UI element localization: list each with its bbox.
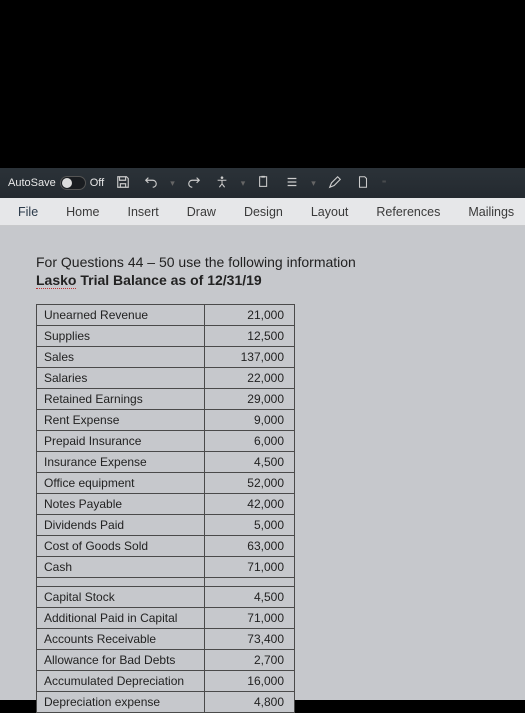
autosave-label: AutoSave bbox=[8, 177, 56, 189]
toggle-switch-icon bbox=[60, 176, 86, 190]
account-value: 137,000 bbox=[205, 347, 295, 368]
table-row: Prepaid Insurance6,000 bbox=[37, 431, 295, 452]
dropdown-caret-icon[interactable]: ▾ bbox=[311, 178, 316, 189]
table-row: Dividends Paid5,000 bbox=[37, 515, 295, 536]
table-row: Cost of Goods Sold63,000 bbox=[37, 536, 295, 557]
table-row: Allowance for Bad Debts2,700 bbox=[37, 650, 295, 671]
account-label: Supplies bbox=[37, 326, 205, 347]
tab-draw[interactable]: Draw bbox=[173, 198, 230, 225]
account-value: 6,000 bbox=[205, 431, 295, 452]
table-row: Additional Paid in Capital71,000 bbox=[37, 608, 295, 629]
account-value: 73,400 bbox=[205, 629, 295, 650]
tab-mailings[interactable]: Mailings bbox=[454, 198, 525, 225]
account-value: 9,000 bbox=[205, 410, 295, 431]
spellcheck-underline: Lasko bbox=[36, 272, 76, 289]
tab-insert[interactable]: Insert bbox=[114, 198, 173, 225]
account-label: Dividends Paid bbox=[37, 515, 205, 536]
account-value: 5,000 bbox=[205, 515, 295, 536]
account-label: Depreciation expense bbox=[37, 692, 205, 713]
account-label: Cash bbox=[37, 557, 205, 578]
account-value: 21,000 bbox=[205, 305, 295, 326]
table-row: Unearned Revenue21,000 bbox=[37, 305, 295, 326]
account-label: Office equipment bbox=[37, 473, 205, 494]
account-value: 42,000 bbox=[205, 494, 295, 515]
list-icon[interactable] bbox=[283, 175, 301, 192]
pen-icon[interactable] bbox=[326, 175, 344, 192]
account-label: Unearned Revenue bbox=[37, 305, 205, 326]
autosave-toggle[interactable]: AutoSave Off bbox=[8, 176, 104, 190]
table-spacer-row bbox=[37, 578, 295, 587]
tab-design[interactable]: Design bbox=[230, 198, 297, 225]
table-row: Cash71,000 bbox=[37, 557, 295, 578]
accessibility-icon[interactable] bbox=[213, 175, 231, 192]
account-value: 4,500 bbox=[205, 452, 295, 473]
table-row: Insurance Expense4,500 bbox=[37, 452, 295, 473]
tab-references[interactable]: References bbox=[362, 198, 454, 225]
account-label: Cost of Goods Sold bbox=[37, 536, 205, 557]
title-bar: AutoSave Off ▾ ▾ ▾ ⁼ bbox=[0, 168, 525, 198]
account-label: Rent Expense bbox=[37, 410, 205, 431]
table-row: Supplies12,500 bbox=[37, 326, 295, 347]
account-label: Allowance for Bad Debts bbox=[37, 650, 205, 671]
table-row: Salaries22,000 bbox=[37, 368, 295, 389]
tab-home[interactable]: Home bbox=[52, 198, 113, 225]
account-label: Retained Earnings bbox=[37, 389, 205, 410]
account-value: 22,000 bbox=[205, 368, 295, 389]
table-row: Depreciation expense4,800 bbox=[37, 692, 295, 713]
account-value: 71,000 bbox=[205, 608, 295, 629]
account-value: 2,700 bbox=[205, 650, 295, 671]
app-window: AutoSave Off ▾ ▾ ▾ ⁼ bbox=[0, 168, 525, 700]
table-row: Capital Stock4,500 bbox=[37, 587, 295, 608]
paste-icon[interactable] bbox=[255, 175, 273, 192]
table-row: Office equipment52,000 bbox=[37, 473, 295, 494]
account-label: Insurance Expense bbox=[37, 452, 205, 473]
account-label: Additional Paid in Capital bbox=[37, 608, 205, 629]
account-value: 71,000 bbox=[205, 557, 295, 578]
account-value: 63,000 bbox=[205, 536, 295, 557]
table-row: Accounts Receivable73,400 bbox=[37, 629, 295, 650]
account-label: Capital Stock bbox=[37, 587, 205, 608]
table-row: Sales137,000 bbox=[37, 347, 295, 368]
table-row: Retained Earnings29,000 bbox=[37, 389, 295, 410]
table-row: Notes Payable42,000 bbox=[37, 494, 295, 515]
subtitle-text: Lasko Trial Balance as of 12/31/19 bbox=[36, 272, 489, 288]
account-value: 12,500 bbox=[205, 326, 295, 347]
page-icon[interactable] bbox=[354, 175, 372, 192]
account-value: 16,000 bbox=[205, 671, 295, 692]
redo-icon[interactable] bbox=[185, 175, 203, 192]
account-label: Sales bbox=[37, 347, 205, 368]
undo-icon[interactable] bbox=[142, 175, 160, 192]
dropdown-caret-icon[interactable]: ▾ bbox=[241, 178, 246, 189]
tab-layout[interactable]: Layout bbox=[297, 198, 363, 225]
account-label: Notes Payable bbox=[37, 494, 205, 515]
ribbon-tabs: File Home Insert Draw Design Layout Refe… bbox=[0, 198, 525, 226]
account-value: 52,000 bbox=[205, 473, 295, 494]
instruction-text: For Questions 44 – 50 use the following … bbox=[36, 254, 489, 270]
tab-file[interactable]: File bbox=[4, 198, 52, 225]
account-label: Accounts Receivable bbox=[37, 629, 205, 650]
dropdown-caret-icon[interactable]: ▾ bbox=[170, 178, 175, 189]
autosave-state: Off bbox=[90, 177, 104, 189]
account-label: Prepaid Insurance bbox=[37, 431, 205, 452]
account-label: Salaries bbox=[37, 368, 205, 389]
table-row: Rent Expense9,000 bbox=[37, 410, 295, 431]
table-row: Accumulated Depreciation16,000 bbox=[37, 671, 295, 692]
account-value: 4,500 bbox=[205, 587, 295, 608]
quick-access-overflow-icon[interactable]: ⁼ bbox=[382, 178, 387, 189]
account-value: 4,800 bbox=[205, 692, 295, 713]
save-icon[interactable] bbox=[114, 175, 132, 192]
trial-balance-table: Unearned Revenue21,000Supplies12,500Sale… bbox=[36, 304, 295, 713]
account-value: 29,000 bbox=[205, 389, 295, 410]
document-canvas[interactable]: For Questions 44 – 50 use the following … bbox=[0, 226, 525, 700]
account-label: Accumulated Depreciation bbox=[37, 671, 205, 692]
